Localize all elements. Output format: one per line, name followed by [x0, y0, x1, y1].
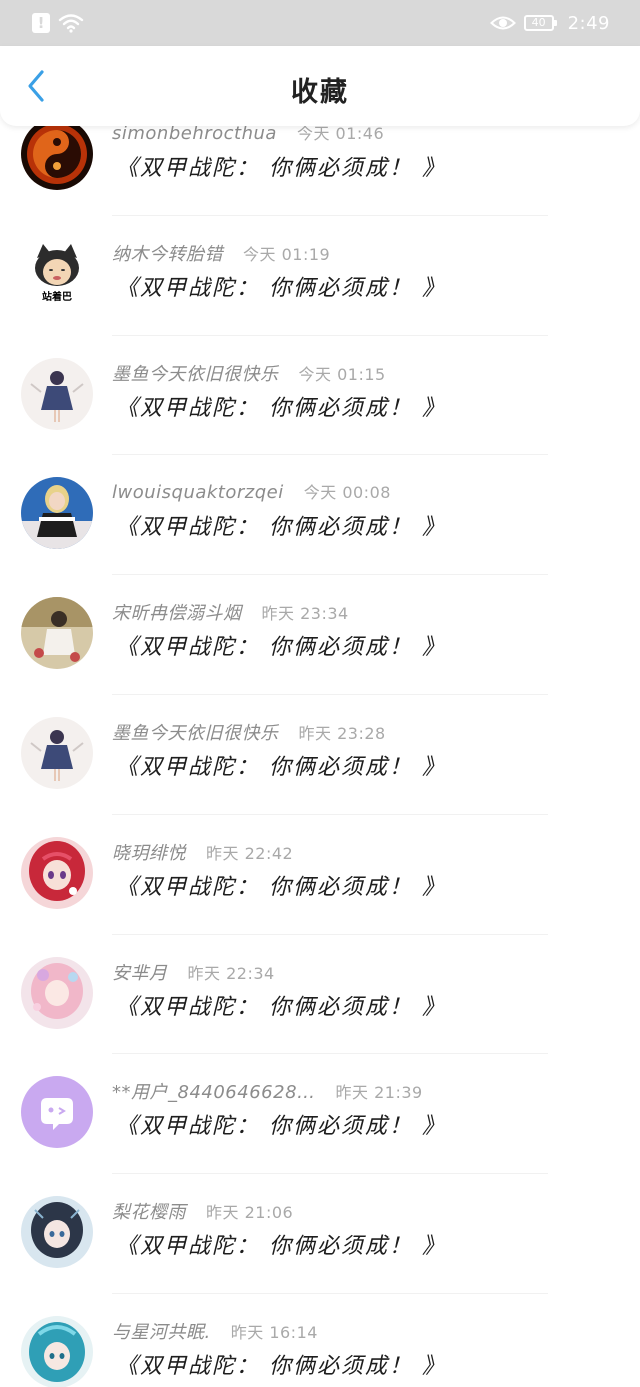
username[interactable]: simonbehrocthua: [112, 126, 277, 144]
favorite-content[interactable]: 《双甲战陀： 你俩必须成！ 》: [116, 390, 446, 422]
timestamp: 昨天 22:34: [187, 963, 275, 983]
avatar[interactable]: [21, 1196, 93, 1269]
favorite-content[interactable]: 《双甲战陀： 你俩必须成！ 》: [116, 869, 446, 901]
avatar[interactable]: [21, 836, 93, 909]
notification-icon: !: [32, 13, 50, 33]
favorite-item[interactable]: simonbehrocthua 今天 01:46 《双甲战陀： 你俩必须成！ 》: [0, 126, 640, 216]
avatar[interactable]: [21, 477, 93, 550]
username[interactable]: 墨鱼今天依旧很快乐: [112, 719, 279, 745]
favorite-content[interactable]: 《双甲战陀： 你俩必须成！ 》: [116, 749, 446, 781]
item-meta: 纳木今转胎错 今天 01:19: [112, 240, 330, 266]
favorites-list-inner: simonbehrocthua 今天 01:46 《双甲战陀： 你俩必须成！ 》 站…: [0, 126, 640, 1387]
battery-indicator: 40: [523, 15, 557, 31]
favorite-item[interactable]: lwouisquaktorzqei 今天 00:08 《双甲战陀： 你俩必须成！ 》: [0, 455, 640, 576]
item-meta: 墨鱼今天依旧很快乐 今天 01:15: [112, 360, 386, 386]
favorite-content[interactable]: 《双甲战陀： 你俩必须成！ 》: [116, 629, 446, 661]
username[interactable]: 墨鱼今天依旧很快乐: [112, 360, 279, 386]
avatar[interactable]: [21, 357, 93, 430]
avatar[interactable]: 站着巴: [21, 237, 93, 310]
timestamp: 昨天 16:14: [230, 1322, 318, 1342]
timestamp: 昨天 22:42: [206, 843, 294, 863]
header-bar: 收藏: [0, 46, 640, 126]
favorite-item[interactable]: 与星河共眠. 昨天 16:14 《双甲战陀： 你俩必须成！ 》: [0, 1294, 640, 1387]
timestamp: 今天 01:19: [243, 244, 331, 264]
status-bar: ! 40 2:49: [0, 0, 640, 46]
favorite-item[interactable]: 墨鱼今天依旧很快乐 昨天 23:28 《双甲战陀： 你俩必须成！ 》: [0, 695, 640, 815]
favorite-item[interactable]: 站着巴 纳木今转胎错 今天 01:19 《双甲战陀： 你俩必须成！ 》: [0, 216, 640, 336]
eye-icon: [489, 14, 516, 32]
timestamp: 昨天 21:06: [206, 1203, 294, 1223]
username[interactable]: 梨花樱雨: [112, 1198, 186, 1224]
avatar[interactable]: [21, 597, 93, 670]
favorite-content[interactable]: 《双甲战陀： 你俩必须成！ 》: [116, 1348, 446, 1380]
timestamp: 今天 00:08: [303, 483, 391, 503]
username[interactable]: 纳木今转胎错: [112, 240, 223, 266]
item-meta: simonbehrocthua 今天 01:46: [112, 126, 384, 144]
status-right: 40 2:49: [489, 12, 610, 34]
timestamp: 昨天 21:39: [335, 1083, 423, 1103]
status-left: !: [32, 13, 84, 33]
item-meta: 晓玥绯悦 昨天 22:42: [112, 839, 293, 865]
favorite-item[interactable]: 墨鱼今天依旧很快乐 今天 01:15 《双甲战陀： 你俩必须成！ 》: [0, 336, 640, 456]
timestamp: 今天 01:46: [296, 126, 385, 143]
status-time: 2:49: [567, 12, 610, 34]
timestamp: 今天 01:15: [298, 364, 386, 384]
favorite-content[interactable]: 《双甲战陀： 你俩必须成！ 》: [116, 989, 446, 1021]
item-meta: lwouisquaktorzqei 今天 00:08: [112, 479, 391, 503]
avatar[interactable]: [21, 1076, 93, 1149]
avatar[interactable]: [21, 1315, 93, 1387]
chevron-left-icon: [25, 69, 47, 107]
item-meta: 宋昕冉偿溺斗烟 昨天 23:34: [112, 599, 349, 625]
item-meta: 安芈月 昨天 22:34: [112, 959, 275, 985]
favorite-content[interactable]: 《双甲战陀： 你俩必须成！ 》: [116, 1108, 446, 1140]
item-meta: 梨花樱雨 昨天 21:06: [112, 1198, 293, 1224]
timestamp: 昨天 23:34: [261, 604, 349, 624]
favorite-content[interactable]: 《双甲战陀： 你俩必须成！ 》: [116, 1228, 446, 1260]
wifi-icon: [58, 13, 84, 33]
item-meta: 与星河共眠. 昨天 16:14: [112, 1318, 318, 1344]
item-meta: **用户_8440646628… 昨天 21:39: [112, 1078, 423, 1104]
username[interactable]: 安芈月: [112, 959, 168, 985]
username[interactable]: 宋昕冉偿溺斗烟: [112, 599, 242, 625]
username[interactable]: lwouisquaktorzqei: [112, 482, 284, 503]
favorite-content[interactable]: 《双甲战陀： 你俩必须成！ 》: [116, 270, 446, 302]
username[interactable]: 与星河共眠.: [112, 1318, 211, 1344]
avatar[interactable]: [21, 716, 93, 789]
favorite-content[interactable]: 《双甲战陀： 你俩必须成！ 》: [116, 150, 446, 182]
favorite-content[interactable]: 《双甲战陀： 你俩必须成！ 》: [116, 509, 446, 541]
favorite-item[interactable]: 安芈月 昨天 22:34 《双甲战陀： 你俩必须成！ 》: [0, 935, 640, 1055]
page-title: 收藏: [291, 77, 349, 108]
back-button[interactable]: [18, 68, 54, 108]
avatar[interactable]: [21, 956, 93, 1029]
svg-text:站着巴: 站着巴: [42, 290, 72, 303]
favorite-item[interactable]: 梨花樱雨 昨天 21:06 《双甲战陀： 你俩必须成！ 》: [0, 1174, 640, 1294]
avatar[interactable]: [21, 126, 93, 190]
item-meta: 墨鱼今天依旧很快乐 昨天 23:28: [112, 719, 386, 745]
username[interactable]: **用户_8440646628…: [112, 1078, 316, 1104]
favorite-item[interactable]: **用户_8440646628… 昨天 21:39 《双甲战陀： 你俩必须成！ 》: [0, 1054, 640, 1175]
username[interactable]: 晓玥绯悦: [112, 839, 186, 865]
favorite-item[interactable]: 宋昕冉偿溺斗烟 昨天 23:34 《双甲战陀： 你俩必须成！ 》: [0, 575, 640, 695]
timestamp: 昨天 23:28: [298, 723, 386, 743]
favorites-list[interactable]: simonbehrocthua 今天 01:46 《双甲战陀： 你俩必须成！ 》 站…: [0, 126, 640, 1387]
favorite-item[interactable]: 晓玥绯悦 昨天 22:42 《双甲战陀： 你俩必须成！ 》: [0, 815, 640, 935]
